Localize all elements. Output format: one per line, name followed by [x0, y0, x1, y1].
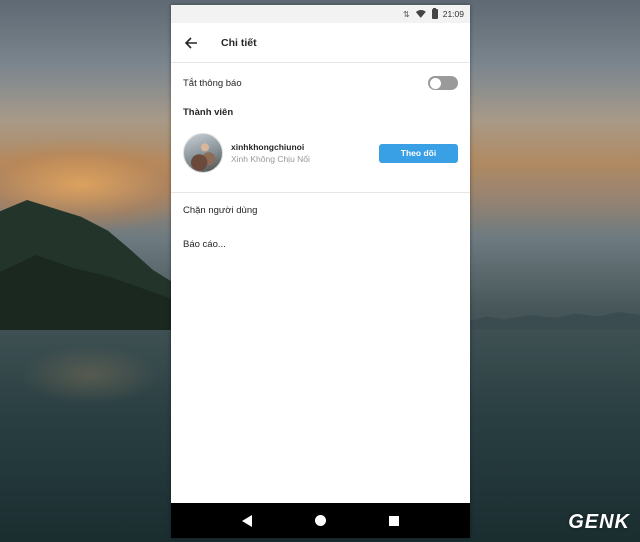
mute-notifications-toggle[interactable] [428, 76, 458, 90]
watermark-logo: GENK [568, 511, 630, 533]
background-islands [470, 312, 640, 330]
back-button[interactable] [183, 35, 199, 51]
app-bar: Chi tiết [171, 23, 470, 63]
nav-recents-icon[interactable] [388, 515, 399, 526]
report-item[interactable]: Báo cáo... [171, 227, 470, 261]
mute-notifications-row[interactable]: Tắt thông báo [171, 66, 470, 100]
page-title: Chi tiết [221, 36, 257, 49]
system-nav-bar [171, 503, 470, 538]
status-time: 21:09 [442, 9, 464, 19]
follow-button[interactable]: Theo dõi [379, 143, 458, 163]
toggle-knob [429, 77, 441, 89]
data-transfer-icon: ⇅ [403, 9, 410, 19]
wifi-icon [415, 10, 427, 19]
block-user-item[interactable]: Chặn người dùng [171, 193, 470, 227]
mute-notifications-label: Tắt thông báo [183, 77, 242, 89]
member-info: xinhkhongchiunoi Xinh Không Chịu Nổi [231, 142, 379, 164]
avatar[interactable] [183, 133, 223, 173]
member-row[interactable]: xinhkhongchiunoi Xinh Không Chịu Nổi The… [171, 124, 470, 182]
status-bar: ⇅ 21:09 [171, 5, 470, 23]
nav-home-icon[interactable] [314, 515, 326, 526]
members-section-title: Thành viên [183, 106, 234, 118]
member-fullname: Xinh Không Chịu Nổi [231, 154, 310, 164]
phone-screen: ⇅ 21:09 Chi tiết Tắt thông báo Thành viê… [171, 5, 470, 538]
member-username: xinhkhongchiunoi [231, 142, 305, 152]
nav-back-icon[interactable] [242, 514, 253, 527]
battery-icon [431, 7, 438, 19]
background-reflection [20, 345, 160, 405]
arrow-left-icon [184, 36, 197, 49]
